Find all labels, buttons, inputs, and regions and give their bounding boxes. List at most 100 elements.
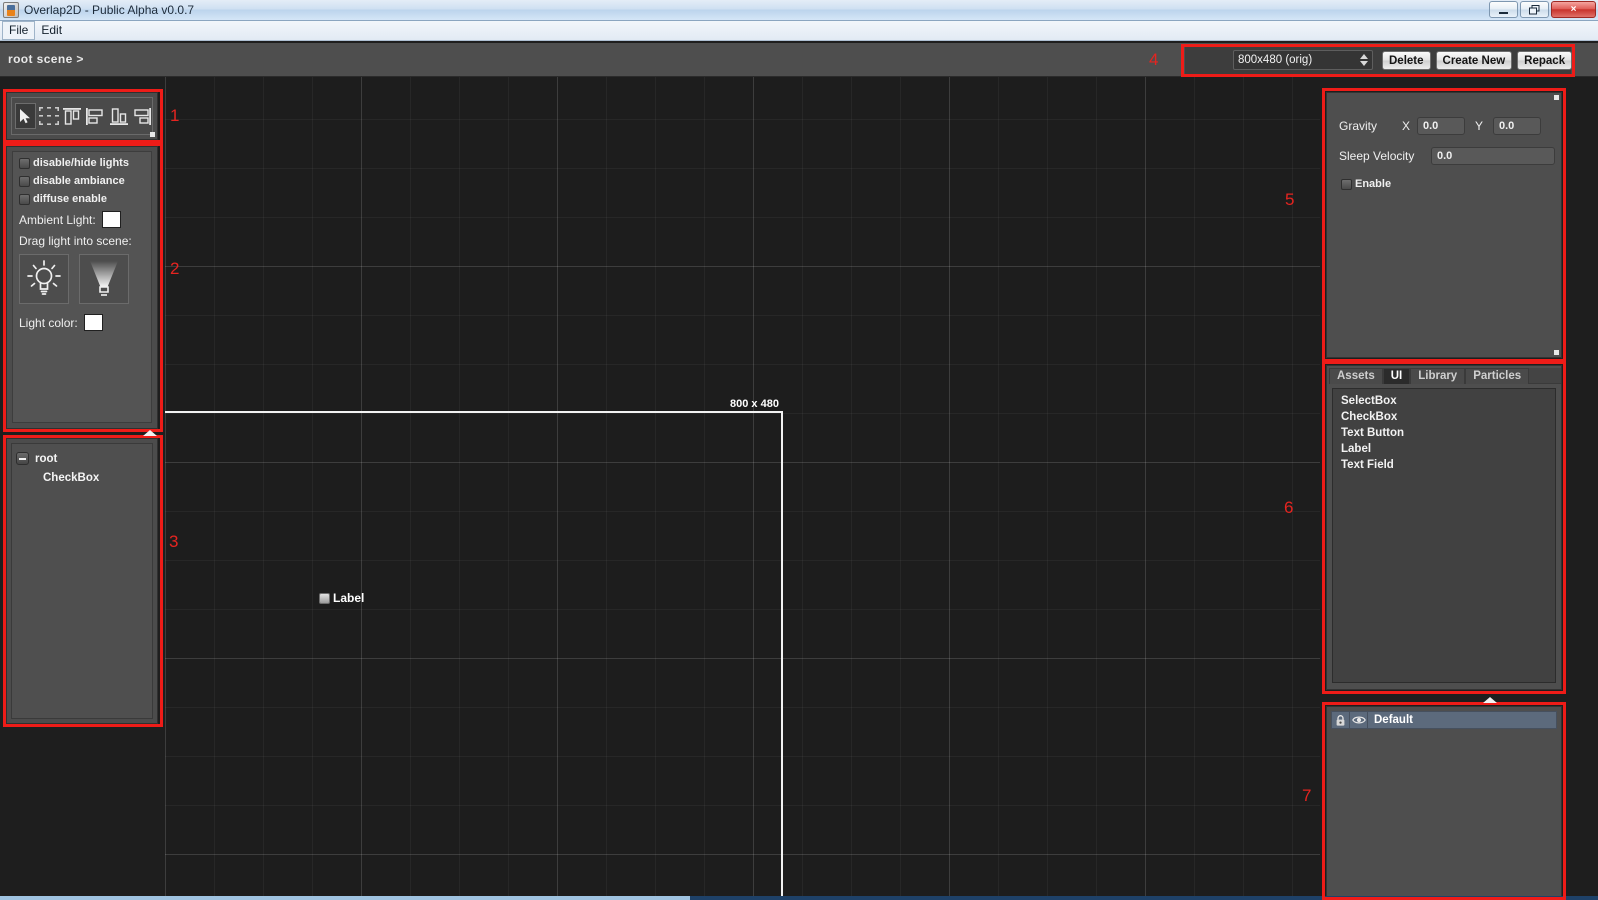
layers-panel: Default <box>1326 706 1562 900</box>
diffuse-enable-label: diffuse enable <box>33 193 107 205</box>
checkbox-icon[interactable] <box>19 175 30 187</box>
tab-filler <box>1529 368 1561 384</box>
java-app-icon <box>3 2 19 18</box>
layer-name: Default <box>1374 714 1413 726</box>
transform-tool-button[interactable] <box>38 103 59 129</box>
light-color-swatch[interactable] <box>83 314 103 331</box>
light-color-row: Light color: <box>19 314 151 331</box>
sleep-velocity-field[interactable]: 0.0 <box>1431 147 1555 165</box>
annotation-number-6: 6 <box>1284 498 1294 517</box>
point-light-tile[interactable] <box>19 254 69 304</box>
create-new-button[interactable]: Create New <box>1435 51 1513 70</box>
align-left-icon <box>86 107 103 125</box>
tab-particles[interactable]: Particles <box>1465 368 1530 384</box>
scene-widget-label: Label <box>333 591 365 605</box>
eye-icon[interactable] <box>1350 712 1368 728</box>
maximize-button[interactable] <box>1520 1 1549 18</box>
tree-node-label: root <box>35 452 58 465</box>
annotation-number-4: 4 <box>1149 50 1159 69</box>
sleep-velocity-row: Sleep Velocity 0.0 <box>1339 147 1555 165</box>
align-bottom-tool-button[interactable] <box>108 103 128 129</box>
list-item[interactable]: CheckBox <box>1341 409 1555 425</box>
disable-hide-lights-row[interactable]: disable/hide lights <box>19 157 151 169</box>
tab-ui[interactable]: UI <box>1382 368 1411 384</box>
physics-enable-row[interactable]: Enable <box>1341 178 1391 190</box>
gravity-x-label: X <box>1401 119 1410 133</box>
tree-node-root[interactable]: root <box>16 449 152 468</box>
layer-row[interactable]: Default <box>1331 711 1557 729</box>
menu-file[interactable]: File <box>2 21 36 40</box>
scene-tree[interactable]: root CheckBox <box>11 443 153 719</box>
checkbox-icon[interactable] <box>1341 178 1352 190</box>
tab-library[interactable]: Library <box>1410 368 1466 384</box>
annotation-number-3: 3 <box>169 532 179 551</box>
list-item[interactable]: SelectBox <box>1341 393 1555 409</box>
checkbox-icon[interactable] <box>19 193 30 205</box>
resolution-buttons: Delete Create New Repack <box>1382 51 1573 70</box>
ambient-light-label: Ambient Light: <box>19 212 96 227</box>
resolution-toolbar: 800x480 (orig) Delete Create New Repack <box>1185 47 1573 74</box>
scene-canvas[interactable]: 800 x 480 Label <box>165 77 1320 900</box>
physics-enable-label: Enable <box>1355 178 1392 190</box>
cone-light-icon <box>90 261 118 296</box>
disable-ambiance-row[interactable]: disable ambiance <box>19 175 151 187</box>
disable-ambiance-label: disable ambiance <box>33 175 125 187</box>
taskbar-active-region <box>0 896 690 900</box>
align-left-tool-button[interactable] <box>85 103 105 129</box>
repack-button[interactable]: Repack <box>1517 51 1573 70</box>
tool-strip <box>11 97 153 135</box>
physics-panel-corner-handle[interactable] <box>1554 350 1559 355</box>
chevron-down-icon <box>1359 61 1368 66</box>
list-item[interactable]: Text Field <box>1341 457 1555 473</box>
gravity-row: Gravity X 0.0 Y 0.0 <box>1339 117 1541 135</box>
minimize-icon <box>1499 11 1508 14</box>
collapse-icon[interactable] <box>16 452 29 465</box>
physics-panel-resize-handle[interactable] <box>1554 95 1559 100</box>
scene-tree-panel: root CheckBox <box>6 438 158 724</box>
minimize-button[interactable] <box>1489 1 1518 18</box>
menu-edit[interactable]: Edit <box>35 22 68 39</box>
cursor-arrow-icon <box>20 108 31 123</box>
scene-widget-checkbox[interactable]: Label <box>319 591 364 605</box>
tab-assets[interactable]: Assets <box>1329 368 1383 384</box>
checkbox-icon[interactable] <box>19 157 30 169</box>
lights-panel: disable/hide lights disable ambiance dif… <box>6 146 158 429</box>
cone-light-tile[interactable] <box>79 254 129 304</box>
gravity-y-label: Y <box>1474 119 1483 133</box>
point-light-icon <box>27 260 61 295</box>
os-taskbar <box>0 896 1598 900</box>
assets-panel: Assets UI Library Particles SelectBox Ch… <box>1326 365 1562 690</box>
align-top-icon <box>62 107 81 125</box>
lights-panel-inner: disable/hide lights disable ambiance dif… <box>12 151 152 423</box>
window-title: Overlap2D - Public Alpha v0.0.7 <box>24 3 195 17</box>
select-tool-button[interactable] <box>15 103 36 129</box>
close-button[interactable]: × <box>1551 1 1596 18</box>
gravity-x-field[interactable]: 0.0 <box>1417 117 1465 135</box>
window-titlebar: Overlap2D - Public Alpha v0.0.7 × <box>0 0 1598 21</box>
panel-resize-nub[interactable] <box>143 430 157 436</box>
layers-resize-nub[interactable] <box>1483 697 1497 703</box>
ui-asset-list[interactable]: SelectBox CheckBox Text Button Label Tex… <box>1332 388 1556 683</box>
list-item[interactable]: Text Button <box>1341 425 1555 441</box>
align-bottom-icon <box>109 107 128 125</box>
resolution-select[interactable]: 800x480 (orig) <box>1233 50 1373 70</box>
gravity-y-field[interactable]: 0.0 <box>1493 117 1541 135</box>
stage-bounds <box>165 411 783 900</box>
delete-button[interactable]: Delete <box>1382 51 1431 70</box>
lock-icon[interactable] <box>1332 712 1350 728</box>
ambient-light-row: Ambient Light: <box>19 211 151 228</box>
window-controls: × <box>1489 1 1596 18</box>
overlap2d-window: Overlap2D - Public Alpha v0.0.7 × File E… <box>0 0 1598 900</box>
tools-panel-resize-handle[interactable] <box>150 132 155 137</box>
eye-glyph <box>1351 716 1366 724</box>
assets-tabs: Assets UI Library Particles <box>1327 366 1561 384</box>
breadcrumb[interactable]: root scene > <box>8 52 84 66</box>
align-top-tool-button[interactable] <box>62 103 82 129</box>
tree-node-checkbox[interactable]: CheckBox <box>16 468 152 487</box>
ambient-light-color-swatch[interactable] <box>101 211 121 228</box>
list-item[interactable]: Label <box>1341 441 1555 457</box>
align-right-tool-button[interactable] <box>132 103 152 129</box>
tools-panel <box>6 92 158 140</box>
diffuse-enable-row[interactable]: diffuse enable <box>19 193 151 205</box>
spinner-icon[interactable] <box>1359 54 1368 66</box>
